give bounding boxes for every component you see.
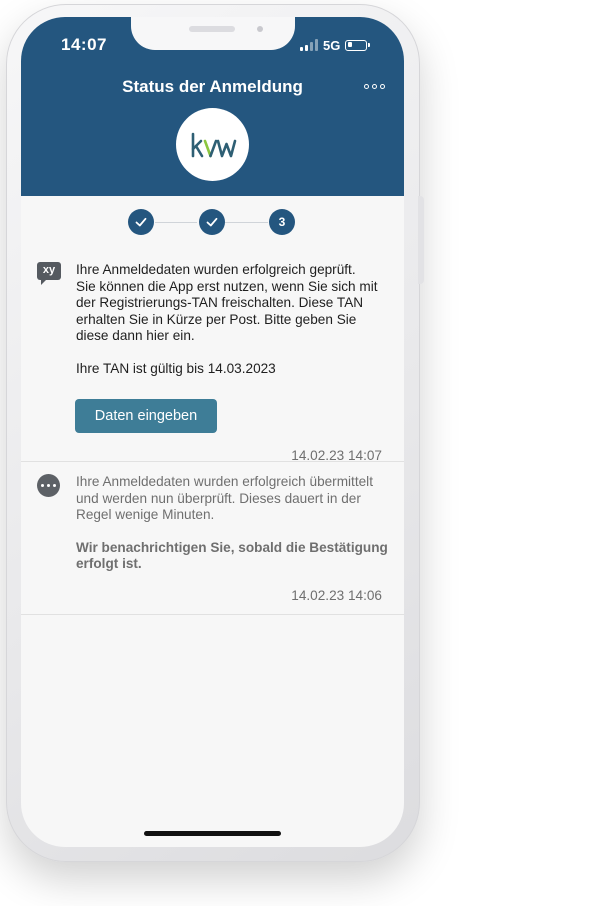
- step-connector: [225, 222, 268, 223]
- message-line: diese dann hier ein.: [76, 328, 195, 343]
- front-camera: [257, 26, 263, 32]
- more-horizontal-icon[interactable]: [364, 81, 390, 91]
- progress-stepper: 3: [21, 207, 404, 237]
- message-body: Ihre Anmeldedaten wurden erfolgreich gep…: [76, 262, 396, 377]
- typing-dots-icon: [37, 474, 60, 497]
- message-line: und werden nun überprüft. Dieses dauert …: [76, 490, 361, 506]
- status-indicators: 5G: [300, 37, 371, 53]
- step-3-current: 3: [269, 209, 295, 235]
- home-indicator[interactable]: [144, 831, 281, 836]
- message-line: der Registrierungs-TAN freischalten. Die…: [76, 295, 364, 310]
- message-line: Sie können die App erst nutzen, wenn Sie…: [76, 278, 378, 294]
- message-line: Ihre Anmeldedaten wurden erfolgreich gep…: [76, 262, 356, 277]
- stage: 14:07 5G Status der Anmeldung 3 xy Ihre …: [0, 0, 600, 906]
- xy-chat-icon: xy: [37, 262, 61, 285]
- message-line: Ihre Anmeldedaten wurden erfolgreich übe…: [76, 474, 373, 489]
- step-2-complete: [199, 209, 225, 235]
- app-header: 14:07 5G Status der Anmeldung: [21, 17, 404, 196]
- step-connector: [155, 222, 197, 223]
- phone-notch: [131, 17, 295, 50]
- enter-data-button[interactable]: Daten eingeben: [75, 399, 217, 433]
- message-line-bold: erfolgt ist.: [76, 556, 142, 571]
- signal-icon: [300, 39, 318, 51]
- battery-level: [347, 42, 352, 47]
- message-submission-status: Ihre Anmeldedaten wurden erfolgreich übe…: [21, 462, 404, 615]
- phone-side-button: [418, 196, 424, 284]
- phone-screen: 14:07 5G Status der Anmeldung 3 xy Ihre …: [21, 17, 404, 847]
- message-line: erhalten Sie in Kürze per Post. Bitte ge…: [76, 311, 357, 327]
- message-tan-info: xy Ihre Anmeldedaten wurden erfolgreich …: [21, 252, 404, 463]
- speaker-grill: [189, 26, 235, 32]
- message-line: Regel wenige Minuten.: [76, 507, 215, 522]
- network-type: 5G: [323, 37, 341, 53]
- page-title: Status der Anmeldung: [122, 77, 303, 96]
- kvw-logo-mark: [191, 132, 237, 158]
- step-1-complete: [128, 209, 154, 235]
- message-timestamp: 14.02.23 14:06: [291, 588, 382, 603]
- check-icon: [135, 217, 147, 227]
- battery-icon: [345, 39, 371, 51]
- status-time: 14:07: [61, 35, 107, 54]
- message-body: Ihre Anmeldedaten wurden erfolgreich übe…: [76, 474, 396, 573]
- message-line-bold: Wir benachrichtigen Sie, sobald die Best…: [76, 539, 388, 555]
- tan-validity: Ihre TAN ist gültig bis 14.03.2023: [76, 360, 276, 376]
- message-timestamp: 14.02.23 14:07: [291, 448, 382, 463]
- check-icon: [206, 217, 218, 227]
- kvw-logo: [176, 108, 249, 181]
